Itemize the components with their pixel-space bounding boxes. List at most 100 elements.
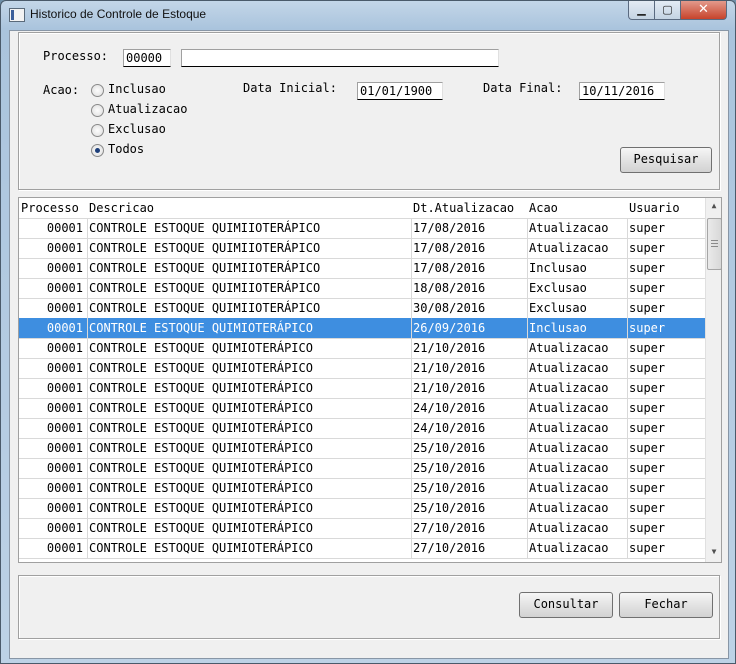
column-separator: [87, 218, 88, 238]
table-cell: CONTROLE ESTOQUE QUIMIOTERÁPICO: [89, 481, 313, 495]
data-final-field[interactable]: 10/11/2016: [579, 82, 665, 100]
acao-radio-3[interactable]: [91, 144, 104, 157]
acao-option-label[interactable]: Todos: [108, 142, 144, 156]
maximize-button[interactable]: ▢: [654, 1, 681, 20]
table-row[interactable]: 00001 CONTROLE ESTOQUE QUIMIOTERÁPICO 27/1…: [19, 538, 705, 559]
table-cell: 00001: [46, 481, 83, 495]
column-separator: [87, 518, 88, 538]
table-cell: Atualizacao: [529, 381, 609, 395]
table-cell: 24/10/2016: [413, 421, 486, 435]
acao-option-label[interactable]: Atualizacao: [108, 102, 187, 116]
table-row[interactable]: 00001 CONTROLE ESTOQUE QUIMIOTERÁPICO 21/1…: [19, 378, 705, 399]
table-row[interactable]: 00001 CONTROLE ESTOQUE QUIMIOTERÁPICO 25/1…: [19, 458, 705, 479]
table-cell: Atualizacao: [529, 441, 609, 455]
table-row[interactable]: 00001 CONTROLE ESTOQUE QUIMIOTERÁPICO 25/1…: [19, 498, 705, 519]
table-cell: Exclusao: [529, 301, 587, 315]
scroll-down-icon[interactable]: ▼: [706, 544, 721, 560]
acao-option-label[interactable]: Exclusao: [108, 122, 166, 136]
column-separator: [411, 238, 412, 258]
table-row[interactable]: 00001 CONTROLE ESTOQUE QUIMIIOTERÁPICO 30/…: [19, 298, 705, 319]
table-cell: 00001: [46, 321, 83, 335]
column-separator: [411, 458, 412, 478]
scroll-up-icon[interactable]: ▲: [706, 198, 721, 214]
table-row[interactable]: 00001 CONTROLE ESTOQUE QUIMIIOTERÁPICO 17/…: [19, 238, 705, 259]
column-separator: [627, 358, 628, 378]
table-cell: CONTROLE ESTOQUE QUIMIIOTERÁPICO: [89, 221, 321, 235]
table-cell: Atualizacao: [529, 361, 609, 375]
table-row[interactable]: 00001 CONTROLE ESTOQUE QUIMIIOTERÁPICO 17/…: [19, 218, 705, 239]
column-header[interactable]: Acao: [529, 198, 627, 218]
column-header[interactable]: Usuario: [629, 198, 703, 218]
table-cell: CONTROLE ESTOQUE QUIMIOTERÁPICO: [89, 521, 313, 535]
table-row[interactable]: 00001 CONTROLE ESTOQUE QUIMIOTERÁPICO 24/1…: [19, 398, 705, 419]
table-cell: 21/10/2016: [413, 361, 486, 375]
column-separator: [527, 318, 528, 338]
table-cell: 25/10/2016: [413, 481, 486, 495]
table-cell: CONTROLE ESTOQUE QUIMIIOTERÁPICO: [89, 301, 321, 315]
table-cell: super: [629, 261, 666, 275]
column-header[interactable]: Descricao: [89, 198, 411, 218]
table-row[interactable]: 00001 CONTROLE ESTOQUE QUIMIOTERÁPICO 27/1…: [19, 518, 705, 539]
scroll-thumb[interactable]: [707, 218, 721, 270]
column-header[interactable]: Dt.Atualizacao: [413, 198, 527, 218]
acao-option-label[interactable]: Inclusao: [108, 82, 166, 96]
table-cell: super: [629, 381, 666, 395]
table-cell: 00001: [46, 341, 83, 355]
column-separator: [627, 378, 628, 398]
close-button[interactable]: ✕: [680, 1, 727, 20]
table-row[interactable]: 00001 CONTROLE ESTOQUE QUIMIOTERÁPICO 21/1…: [19, 358, 705, 379]
table-cell: 25/10/2016: [413, 501, 486, 515]
table-cell: CONTROLE ESTOQUE QUIMIIOTERÁPICO: [89, 261, 321, 275]
consultar-button[interactable]: Consultar: [519, 592, 613, 618]
table-cell: 21/10/2016: [413, 341, 486, 355]
acao-radio-1[interactable]: [91, 104, 104, 117]
table-cell: CONTROLE ESTOQUE QUIMIOTERÁPICO: [89, 361, 313, 375]
table-row[interactable]: 00001 CONTROLE ESTOQUE QUIMIOTERÁPICO 26/0…: [19, 318, 705, 339]
column-separator: [527, 478, 528, 498]
column-header[interactable]: Processo: [21, 198, 87, 218]
action-panel: Consultar Fechar: [18, 575, 720, 639]
column-separator: [87, 278, 88, 298]
table-cell: Atualizacao: [529, 541, 609, 555]
table-cell: super: [629, 301, 666, 315]
table-row[interactable]: 00001 CONTROLE ESTOQUE QUIMIIOTERÁPICO 17/…: [19, 258, 705, 279]
processo-code-field[interactable]: 00000: [123, 49, 171, 67]
table-cell: CONTROLE ESTOQUE QUIMIIOTERÁPICO: [89, 241, 321, 255]
column-separator: [527, 238, 528, 258]
column-separator: [411, 278, 412, 298]
column-separator: [527, 338, 528, 358]
minimize-button[interactable]: ▁: [628, 1, 655, 20]
table-row[interactable]: 00001 CONTROLE ESTOQUE QUIMIOTERÁPICO 24/1…: [19, 418, 705, 439]
processo-description-field[interactable]: [181, 49, 499, 67]
column-separator: [411, 538, 412, 558]
acao-radio-2[interactable]: [91, 124, 104, 137]
table-row[interactable]: 00001 CONTROLE ESTOQUE QUIMIOTERÁPICO 25/1…: [19, 438, 705, 459]
column-separator: [87, 398, 88, 418]
column-separator: [87, 538, 88, 558]
table-cell: super: [629, 461, 666, 475]
table-row[interactable]: 00001 CONTROLE ESTOQUE QUIMIOTERÁPICO 21/1…: [19, 338, 705, 359]
data-inicial-field[interactable]: 01/01/1900: [357, 82, 443, 100]
table-cell: 00001: [46, 301, 83, 315]
pesquisar-button[interactable]: Pesquisar: [620, 147, 712, 173]
table-row[interactable]: 00001 CONTROLE ESTOQUE QUIMIOTERÁPICO 25/1…: [19, 478, 705, 499]
table-cell: super: [629, 321, 666, 335]
column-separator: [411, 318, 412, 338]
table-cell: super: [629, 221, 666, 235]
column-separator: [627, 398, 628, 418]
fechar-button[interactable]: Fechar: [619, 592, 713, 618]
column-separator: [627, 258, 628, 278]
column-separator: [87, 438, 88, 458]
acao-radio-0[interactable]: [91, 84, 104, 97]
column-separator: [87, 298, 88, 318]
column-separator: [87, 478, 88, 498]
table-cell: CONTROLE ESTOQUE QUIMIOTERÁPICO: [89, 441, 313, 455]
vertical-scrollbar[interactable]: ▲ ▼: [705, 198, 721, 562]
table-cell: 17/08/2016: [413, 221, 486, 235]
table-row[interactable]: 00001 CONTROLE ESTOQUE QUIMIIOTERÁPICO 18/…: [19, 278, 705, 299]
table-cell: 17/08/2016: [413, 241, 486, 255]
table-cell: super: [629, 521, 666, 535]
column-separator: [411, 298, 412, 318]
data-inicial-label: Data Inicial:: [243, 81, 337, 95]
title-bar[interactable]: Historico de Controle de Estoque ▁ ▢ ✕: [1, 1, 735, 29]
